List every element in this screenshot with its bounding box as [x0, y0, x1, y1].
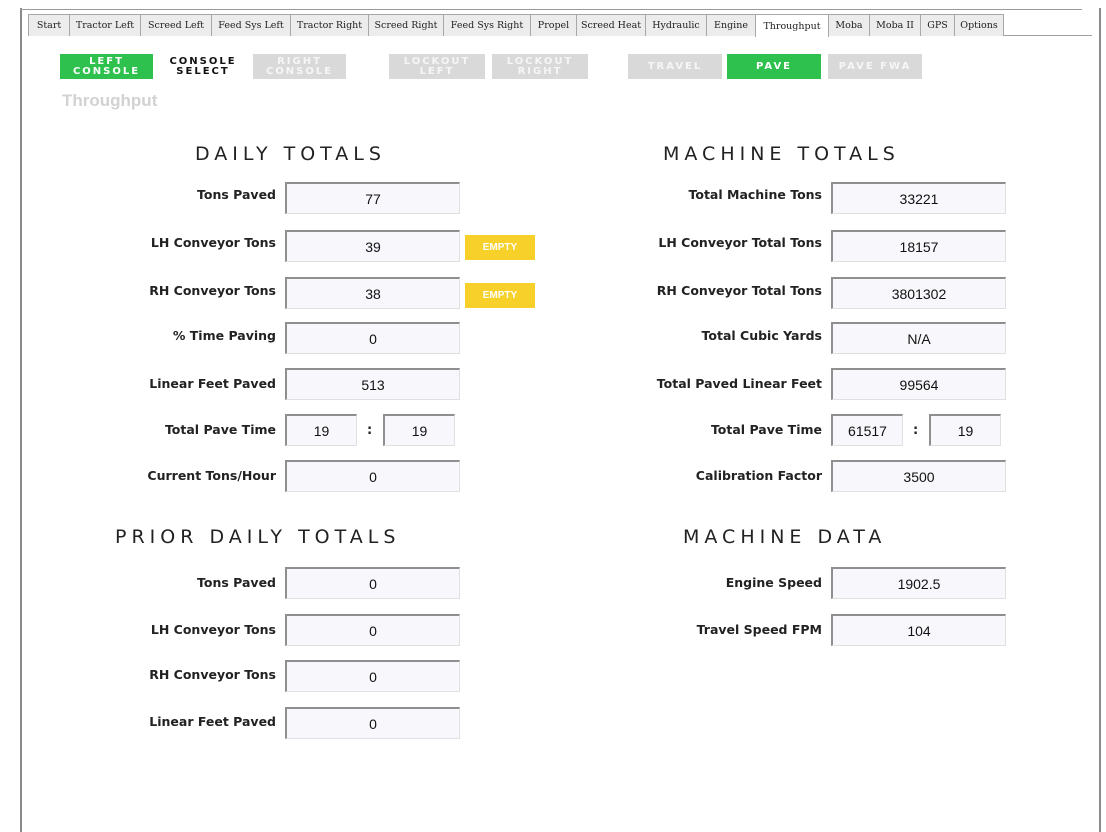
pave-button[interactable]: PAVE [727, 54, 821, 79]
daily-current-tons-hour-field: 0 [285, 460, 460, 492]
tab-throughput[interactable]: Throughput [755, 14, 829, 37]
travel-label: TRAVEL [647, 60, 703, 72]
daily-tons-paved-field: 77 [285, 182, 460, 214]
travel-speed-fpm-label: Travel Speed FPM [696, 622, 822, 637]
machine-pave-time-separator: : [913, 423, 919, 438]
console-select-line2: SELECT [176, 65, 230, 77]
daily-pave-time-separator: : [367, 423, 373, 438]
engine-speed-field: 1902.5 [831, 567, 1006, 599]
machine-rh-conveyor-total-tons-label: RH Conveyor Total Tons [656, 283, 822, 298]
console-select-line1: CONSOLE [169, 55, 237, 67]
lockout-right-line2: RIGHT [517, 65, 563, 77]
prior-tons-paved-label: Tons Paved [197, 575, 276, 590]
machine-rh-conveyor-total-tons-field: 3801302 [831, 277, 1006, 309]
console-select-label: CONSOLE SELECT [158, 54, 248, 79]
right-console-line2: CONSOLE [265, 65, 334, 77]
machine-totals-title: MACHINE TOTALS [663, 143, 900, 165]
prior-lh-conveyor-tons-field: 0 [285, 614, 460, 646]
tab-moba[interactable]: Moba [828, 14, 870, 36]
machine-pave-time-minutes-field: 19 [929, 414, 1001, 446]
daily-lh-conveyor-tons-field: 39 [285, 230, 460, 262]
machine-total-tons-field: 33221 [831, 182, 1006, 214]
tab-moba-ii[interactable]: Moba II [869, 14, 921, 36]
machine-calibration-factor-field: 3500 [831, 460, 1006, 492]
prior-rh-conveyor-tons-field: 0 [285, 660, 460, 692]
right-console-button[interactable]: RIGHT CONSOLE [253, 54, 346, 79]
daily-rh-conveyor-tons-label: RH Conveyor Tons [149, 283, 276, 298]
machine-lh-conveyor-total-tons-field: 18157 [831, 230, 1006, 262]
tab-screed-left[interactable]: Screed Left [140, 14, 212, 36]
left-console-line2: CONSOLE [72, 65, 141, 77]
pave-fwa-label: PAVE FWA [838, 60, 912, 72]
prior-linear-feet-paved-field: 0 [285, 707, 460, 739]
daily-total-pave-time-label: Total Pave Time [164, 422, 276, 437]
daily-totals-title: DAILY TOTALS [195, 143, 386, 165]
daily-pave-time-hours-field: 19 [285, 414, 357, 446]
pave-label: PAVE [755, 60, 793, 72]
left-console-button[interactable]: LEFT CONSOLE [60, 54, 153, 79]
tab-start[interactable]: Start [28, 14, 70, 36]
tab-engine[interactable]: Engine [706, 14, 756, 36]
daily-pct-time-paving-label: % Time Paving [172, 328, 276, 343]
tab-screed-right[interactable]: Screed Right [368, 14, 444, 36]
machine-lh-conveyor-total-tons-label: LH Conveyor Total Tons [658, 235, 822, 250]
lockout-left-line1: LOCKOUT [403, 55, 471, 67]
prior-linear-feet-paved-label: Linear Feet Paved [149, 714, 276, 729]
machine-pave-time-hours-field: 61517 [831, 414, 903, 446]
right-console-line1: RIGHT [277, 55, 322, 67]
lockout-left-button[interactable]: LOCKOUT LEFT [389, 54, 485, 79]
machine-total-pave-time-label: Total Pave Time [710, 422, 822, 437]
rh-conveyor-empty-button[interactable]: EMPTY [465, 283, 535, 308]
daily-tons-paved-label: Tons Paved [197, 187, 276, 202]
prior-lh-conveyor-tons-label: LH Conveyor Tons [150, 622, 276, 637]
daily-linear-feet-paved-field: 513 [285, 368, 460, 400]
machine-total-cubic-yards-label: Total Cubic Yards [701, 328, 822, 343]
lh-conveyor-empty-button[interactable]: EMPTY [465, 235, 535, 260]
daily-linear-feet-paved-label: Linear Feet Paved [149, 376, 276, 391]
tab-gps[interactable]: GPS [920, 14, 955, 36]
daily-current-tons-hour-label: Current Tons/Hour [147, 468, 276, 483]
travel-button[interactable]: TRAVEL [628, 54, 722, 79]
lockout-left-line2: LEFT [419, 65, 455, 77]
daily-rh-conveyor-tons-field: 38 [285, 277, 460, 309]
tab-propel[interactable]: Propel [530, 14, 577, 36]
left-console-line1: LEFT [89, 55, 124, 67]
prior-tons-paved-field: 0 [285, 567, 460, 599]
daily-pct-time-paving-field: 0 [285, 322, 460, 354]
machine-total-paved-linear-feet-field: 99564 [831, 368, 1006, 400]
prior-daily-totals-title: PRIOR DAILY TOTALS [115, 526, 401, 548]
tab-screed-heat[interactable]: Screed Heat [576, 14, 646, 36]
machine-total-tons-label: Total Machine Tons [688, 187, 823, 202]
pave-fwa-button[interactable]: PAVE FWA [828, 54, 922, 79]
travel-speed-fpm-field: 104 [831, 614, 1006, 646]
machine-total-paved-linear-feet-label: Total Paved Linear Feet [656, 376, 822, 391]
tab-hydraulic[interactable]: Hydraulic [645, 14, 707, 36]
engine-speed-label: Engine Speed [725, 575, 822, 590]
prior-rh-conveyor-tons-label: RH Conveyor Tons [149, 667, 276, 682]
daily-lh-conveyor-tons-label: LH Conveyor Tons [150, 235, 276, 250]
panel-top-border [20, 9, 1082, 10]
tab-feed-sys-right[interactable]: Feed Sys Right [443, 14, 531, 36]
tab-feed-sys-left[interactable]: Feed Sys Left [211, 14, 291, 36]
tab-options[interactable]: Options [954, 14, 1004, 36]
tab-tractor-left[interactable]: Tractor Left [69, 14, 141, 36]
machine-data-title: MACHINE DATA [683, 526, 887, 548]
tab-tractor-right[interactable]: Tractor Right [290, 14, 369, 36]
page-title: Throughput [62, 91, 158, 110]
tab-bar: Start Tractor Left Screed Left Feed Sys Lef… [28, 14, 1092, 37]
lockout-right-button[interactable]: LOCKOUT RIGHT [492, 54, 588, 79]
machine-total-cubic-yards-field: N/A [831, 322, 1006, 354]
lockout-right-line1: LOCKOUT [506, 55, 574, 67]
machine-calibration-factor-label: Calibration Factor [695, 468, 822, 483]
daily-pave-time-minutes-field: 19 [383, 414, 455, 446]
